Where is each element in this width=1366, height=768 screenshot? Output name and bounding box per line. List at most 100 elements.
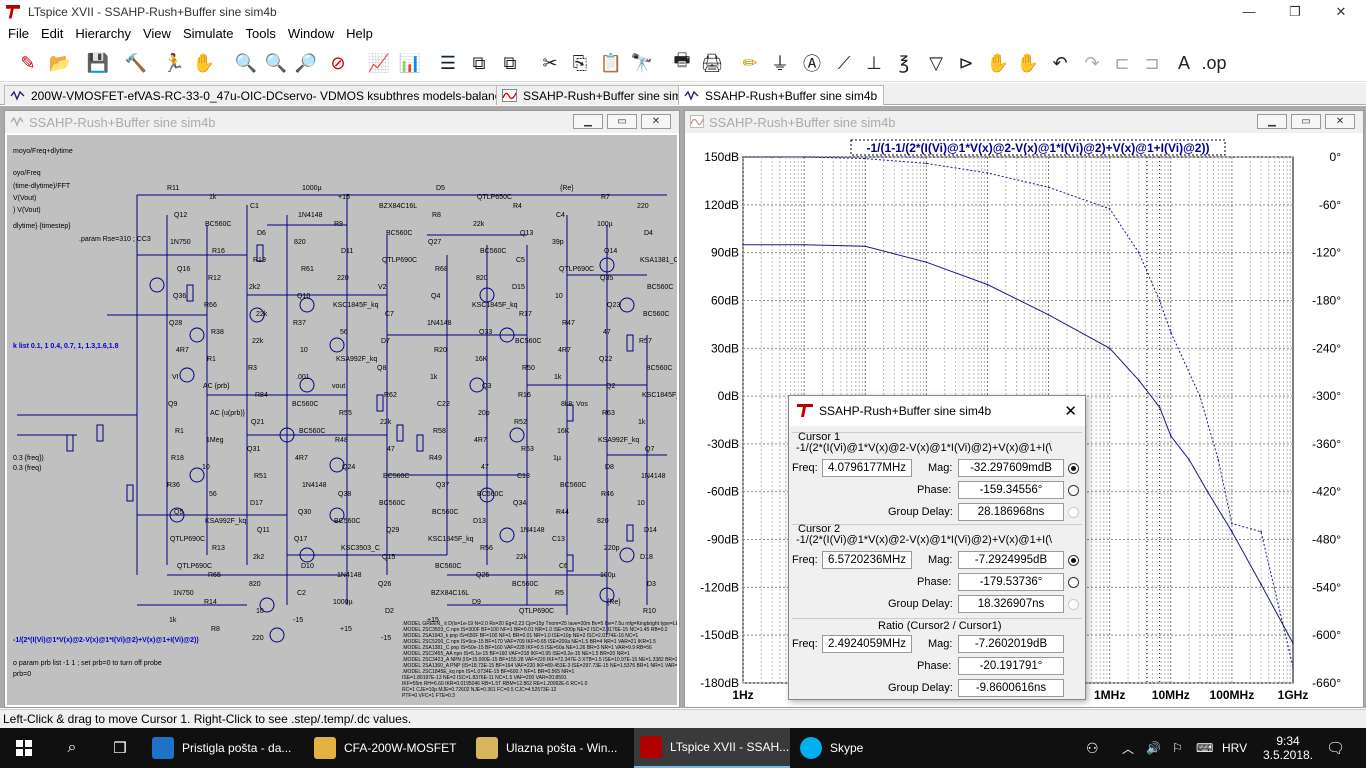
magnitude-point <box>1260 583 1262 585</box>
redo-icon[interactable]: ↷ <box>1078 49 1106 77</box>
cursor2-group-delay-field[interactable]: 18.326907ns <box>958 595 1064 613</box>
print-preview-icon[interactable]: 🖶 <box>668 49 696 77</box>
zoom-in-icon[interactable]: 🔍 <box>232 49 260 77</box>
menu-hierarchy[interactable]: Hierarchy <box>69 26 137 41</box>
component-label: KSC1845F_kq <box>472 302 518 309</box>
print-icon[interactable]: 🖨 <box>698 49 726 77</box>
cursor2-mag-field[interactable]: -7.2924995dB <box>958 551 1064 569</box>
schematic-close-button[interactable]: ✕ <box>641 114 671 129</box>
minimize-button[interactable]: — <box>1226 0 1272 23</box>
cut-icon[interactable]: ✂ <box>536 49 564 77</box>
paste-icon[interactable]: 📋 <box>597 49 625 77</box>
close-icon[interactable]: ✕ <box>1064 402 1077 420</box>
tab-schematic-200w[interactable]: 200W-VMOSFET-efVAS-RC-33-0_47u-OIC-DCser… <box>4 85 558 105</box>
resistor-icon[interactable]: ⟋ <box>830 49 858 77</box>
network-icon[interactable]: ⚐ <box>1172 728 1183 768</box>
component-label: BC560C <box>512 581 538 588</box>
task-view-icon[interactable]: ❒ <box>96 728 144 768</box>
search-icon[interactable]: ⌕ <box>48 728 96 768</box>
schematic-canvas[interactable]: R11 1k C1 1000µ +15 BZX84C16L D5 QTLP650C R4 {Re}… <box>7 135 677 705</box>
cursor1-phase-radio[interactable] <box>1068 485 1079 496</box>
menu-tools[interactable]: Tools <box>240 26 282 41</box>
tab-schematic-ssahp[interactable]: SSAHP-Rush+Buffer sine sim4b <box>496 85 703 105</box>
label-net-icon[interactable]: Ⓐ <box>798 49 826 77</box>
zoom-out-icon[interactable]: 🔎 <box>292 49 320 77</box>
restore-button[interactable]: ❐ <box>1272 0 1318 23</box>
control-panel-icon[interactable]: 🔨 <box>122 49 150 77</box>
new-schematic-icon[interactable]: ✎ <box>14 49 42 77</box>
component-label: 56 <box>209 491 217 498</box>
schematic-maximize-button[interactable]: ▭ <box>607 114 637 129</box>
taskbar-item-explorer[interactable]: CFA-200W-MOSFET <box>314 728 472 768</box>
component-label: 16K <box>475 356 488 363</box>
taskbar-item-ltspice[interactable]: LTspice XVII - SSAH... <box>634 728 790 768</box>
cursor2-mag-radio[interactable] <box>1068 555 1079 566</box>
move-icon[interactable]: ✋ <box>984 49 1012 77</box>
people-icon[interactable]: ⚇ <box>1086 728 1099 768</box>
tab-waveform-ssahp[interactable]: SSAHP-Rush+Buffer sine sim4b <box>678 85 885 105</box>
ltspice-icon <box>640 736 662 758</box>
run-icon[interactable]: 🏃 <box>160 49 188 77</box>
autorange-icon[interactable]: 📈 <box>365 49 393 77</box>
text-icon[interactable]: A <box>1170 49 1198 77</box>
mirror-icon[interactable]: ⊐ <box>1138 49 1166 77</box>
language-indicator[interactable]: HRV <box>1222 728 1247 768</box>
undo-icon[interactable]: ↶ <box>1046 49 1074 77</box>
tile-horizontal-icon[interactable]: ☰ <box>434 49 462 77</box>
taskbar-item-mail[interactable]: Ulazna pošta - Win... <box>476 728 634 768</box>
start-button[interactable] <box>0 728 48 768</box>
cursor-dialog-titlebar[interactable]: SSAHP-Rush+Buffer sine sim4b ✕ <box>789 396 1085 426</box>
cursor1-gd-radio[interactable] <box>1068 507 1079 518</box>
cursor1-phase-field[interactable]: -159.34556° <box>958 481 1064 499</box>
taskbar-item-edge[interactable]: Pristigla pošta - da... <box>152 728 310 768</box>
copy-icon[interactable]: ⎘ <box>566 49 594 77</box>
zoom-fit-icon[interactable]: ⊘ <box>324 49 352 77</box>
draw-wire-icon[interactable]: ✏ <box>736 49 764 77</box>
waveform-close-button[interactable]: ✕ <box>1325 114 1355 129</box>
keyboard-icon[interactable]: ⌨ <box>1196 728 1213 768</box>
fft-icon[interactable]: 📊 <box>396 49 424 77</box>
component-icon[interactable]: ⊳ <box>952 49 980 77</box>
close-button[interactable]: ✕ <box>1318 0 1364 23</box>
ratio-phase-field[interactable]: -20.191791° <box>958 657 1064 675</box>
menu-file[interactable]: File <box>2 26 35 41</box>
cursor2-phase-field[interactable]: -179.53736° <box>958 573 1064 591</box>
menu-help[interactable]: Help <box>340 26 379 41</box>
cursor2-freq-field[interactable]: 6.5720236MHz <box>822 551 912 569</box>
ratio-group-delay-field[interactable]: -9.8600616ns <box>958 679 1064 697</box>
ground-icon[interactable]: ⏚ <box>766 49 794 77</box>
cursor2-gd-radio[interactable] <box>1068 599 1079 610</box>
rotate-icon[interactable]: ⊏ <box>1108 49 1136 77</box>
drag-icon[interactable]: ✋ <box>1014 49 1042 77</box>
notifications-icon[interactable]: 🗨 <box>1326 728 1345 768</box>
cursor1-mag-radio[interactable] <box>1068 463 1079 474</box>
cursor1-mag-field[interactable]: -32.297609mdB <box>958 459 1064 477</box>
menu-view[interactable]: View <box>137 26 177 41</box>
pan-icon[interactable]: 🔍 <box>262 49 290 77</box>
diode-icon[interactable]: ▽ <box>922 49 950 77</box>
save-icon[interactable]: 💾 <box>84 49 112 77</box>
spice-directive-icon[interactable]: .op <box>1200 49 1228 77</box>
cascade-icon[interactable]: ⧉ <box>496 49 524 77</box>
cursor1-freq-field[interactable]: 4.0796177MHz <box>822 459 912 477</box>
find-icon[interactable]: 🔭 <box>628 49 656 77</box>
volume-icon[interactable]: 🔊 <box>1146 728 1161 768</box>
schematic-minimize-button[interactable]: ▁ <box>573 114 603 129</box>
menu-simulate[interactable]: Simulate <box>177 26 240 41</box>
waveform-minimize-button[interactable]: ▁ <box>1257 114 1287 129</box>
menu-edit[interactable]: Edit <box>35 26 69 41</box>
waveform-maximize-button[interactable]: ▭ <box>1291 114 1321 129</box>
taskbar-item-skype[interactable]: Skype <box>800 728 920 768</box>
ratio-mag-field[interactable]: -7.2602019dB <box>958 635 1064 653</box>
inductor-icon[interactable]: ℥ <box>890 49 918 77</box>
capacitor-icon[interactable]: ⊥ <box>860 49 888 77</box>
clock[interactable]: 9:34 3.5.2018. <box>1262 728 1314 768</box>
cursor1-group-delay-field[interactable]: 28.186968ns <box>958 503 1064 521</box>
menu-window[interactable]: Window <box>282 26 340 41</box>
tray-chevron-icon[interactable]: ︿ <box>1122 728 1134 768</box>
tile-vertical-icon[interactable]: ⧉ <box>465 49 493 77</box>
ratio-freq-field[interactable]: 2.4924059MHz <box>822 635 912 653</box>
open-folder-icon[interactable]: 📂 <box>46 49 74 77</box>
cursor2-phase-radio[interactable] <box>1068 577 1079 588</box>
halt-icon[interactable]: ✋ <box>190 49 218 77</box>
